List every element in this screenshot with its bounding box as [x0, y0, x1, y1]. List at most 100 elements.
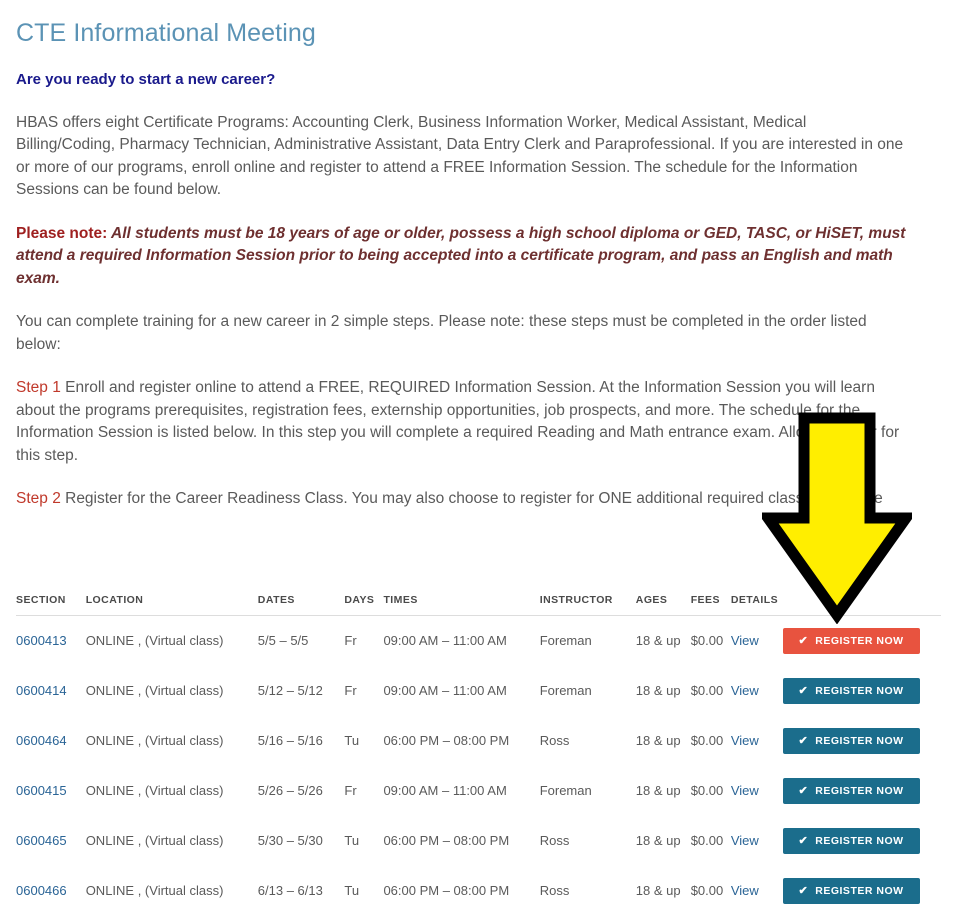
intro-paragraph: HBAS offers eight Certificate Programs: …: [16, 113, 904, 199]
cell-location: ONLINE , (Virtual class): [85, 683, 224, 698]
cell-section: 0600464: [16, 716, 86, 766]
cell-section: 0600414: [16, 666, 86, 716]
cell-register: ✔ REGISTER NOW: [782, 816, 941, 866]
page-content: CTE Informational Meeting Are you ready …: [0, 0, 941, 917]
step-1-label: Step 1: [16, 379, 61, 396]
cell-details: View: [731, 666, 783, 716]
cell-details: View: [731, 816, 783, 866]
cell-fees: $0.00: [690, 833, 724, 848]
register-now-button[interactable]: ✔ REGISTER NOW: [782, 877, 920, 904]
table-row: 0600465 ONLINE , (Virtual class) 5/30 – 5/…: [16, 816, 941, 866]
cell-section-link[interactable]: 0600414: [16, 683, 67, 698]
cell-details: View: [731, 615, 783, 666]
page-root: CTE Informational Meeting Are you ready …: [0, 0, 957, 917]
cell-details-link[interactable]: View: [731, 683, 759, 698]
cell-ages: 18 & up: [635, 833, 681, 848]
cell-ages: 18 & up: [635, 683, 681, 698]
cell-location: ONLINE , (Virtual class): [85, 783, 224, 798]
cell-ages: 18 & up: [635, 783, 681, 798]
cell-ages: 18 & up: [635, 883, 681, 898]
cell-section-link[interactable]: 0600465: [16, 833, 67, 848]
cell-details-link[interactable]: View: [731, 733, 759, 748]
cell-details-link[interactable]: View: [731, 833, 759, 848]
cell-dates: 5/26 – 5/26: [257, 783, 323, 798]
table-body: 0600413 ONLINE , (Virtual class) 5/5 – 5/5…: [16, 615, 941, 917]
cell-section-link[interactable]: 0600466: [16, 883, 67, 898]
register-now-label: REGISTER NOW: [815, 734, 904, 747]
table-row: 0600415 ONLINE , (Virtual class) 5/26 – 5/…: [16, 766, 941, 816]
cell-dates: 5/30 – 5/30: [257, 833, 323, 848]
register-now-button[interactable]: ✔ REGISTER NOW: [782, 827, 920, 854]
cell-details: View: [731, 766, 783, 816]
register-now-button[interactable]: ✔ REGISTER NOW: [782, 777, 920, 804]
step-1-body: Enroll and register online to attend a F…: [16, 379, 900, 464]
step-2-label: Step 2: [16, 490, 61, 507]
cell-location: ONLINE , (Virtual class): [85, 833, 224, 848]
cell-section-link[interactable]: 0600464: [16, 733, 67, 748]
cell-register: ✔ REGISTER NOW: [782, 615, 941, 666]
cell-fees: $0.00: [690, 683, 724, 698]
cell-dates: 5/5 – 5/5: [257, 633, 309, 648]
check-icon: ✔: [798, 834, 809, 847]
check-icon: ✔: [798, 634, 809, 647]
cell-details-link[interactable]: View: [731, 783, 759, 798]
cell-details: View: [731, 866, 783, 916]
table-header-row: SECTION LOCATION DATES DAYS TIMES INSTRU…: [16, 593, 941, 616]
cell-days: Fr: [344, 783, 357, 798]
cell-register: ✔ REGISTER NOW: [782, 666, 941, 716]
cell-times: 06:00 PM – 08:00 PM: [383, 733, 510, 748]
check-icon: ✔: [798, 734, 809, 747]
steps-intro-paragraph: You can complete training for a new care…: [16, 313, 867, 353]
cell-location: ONLINE , (Virtual class): [85, 633, 224, 648]
register-now-label: REGISTER NOW: [815, 634, 904, 647]
cell-instructor: Ross: [539, 833, 570, 848]
cell-instructor: Ross: [539, 883, 570, 898]
cell-section: 0600466: [16, 866, 86, 916]
cell-section-link[interactable]: 0600415: [16, 783, 67, 798]
cell-register: ✔ REGISTER NOW: [782, 716, 941, 766]
cell-fees: $0.00: [690, 733, 724, 748]
register-now-button[interactable]: ✔ REGISTER NOW: [782, 627, 920, 654]
column-header-fees: FEES: [690, 593, 731, 616]
cell-instructor: Ross: [539, 733, 570, 748]
cell-details-link[interactable]: View: [731, 883, 759, 898]
table-row: 0600413 ONLINE , (Virtual class) 5/5 – 5/5…: [16, 615, 941, 666]
check-icon: ✔: [798, 884, 809, 897]
cell-fees: $0.00: [690, 633, 724, 648]
column-header-ages: AGES: [635, 593, 691, 616]
table-header: SECTION LOCATION DATES DAYS TIMES INSTRU…: [16, 593, 941, 616]
register-now-label: REGISTER NOW: [815, 684, 904, 697]
cell-details-link[interactable]: View: [731, 633, 759, 648]
cell-details: View: [731, 716, 783, 766]
check-icon: ✔: [798, 684, 809, 697]
please-note-label: Please note:: [16, 224, 108, 242]
step-1-paragraph: Step 1 Enroll and register online to att…: [16, 377, 906, 467]
column-header-location: LOCATION: [85, 593, 258, 616]
cell-location: ONLINE , (Virtual class): [85, 883, 224, 898]
column-header-times: TIMES: [383, 593, 540, 616]
column-header-action: [782, 593, 941, 616]
cell-section-link[interactable]: 0600413: [16, 633, 67, 648]
register-now-label: REGISTER NOW: [815, 884, 904, 897]
register-now-button[interactable]: ✔ REGISTER NOW: [782, 727, 920, 754]
table-row: 0600464 ONLINE , (Virtual class) 5/16 – 5/…: [16, 716, 941, 766]
please-note-body: All students must be 18 years of age or …: [16, 224, 906, 287]
cell-days: Tu: [344, 733, 360, 748]
please-note-paragraph: Please note: All students must be 18 yea…: [16, 223, 906, 291]
table-row: 0600414 ONLINE , (Virtual class) 5/12 – 5/…: [16, 666, 941, 716]
register-now-button[interactable]: ✔ REGISTER NOW: [782, 677, 920, 704]
column-header-dates: DATES: [257, 593, 345, 616]
cell-register: ✔ REGISTER NOW: [782, 866, 941, 916]
cell-location: ONLINE , (Virtual class): [85, 733, 224, 748]
cell-dates: 5/12 – 5/12: [257, 683, 323, 698]
check-icon: ✔: [798, 784, 809, 797]
cell-days: Fr: [344, 683, 357, 698]
cell-ages: 18 & up: [635, 733, 681, 748]
cell-dates: 5/16 – 5/16: [257, 733, 323, 748]
class-schedule-table: SECTION LOCATION DATES DAYS TIMES INSTRU…: [16, 593, 941, 917]
cell-instructor: Foreman: [539, 683, 592, 698]
cell-register: ✔ REGISTER NOW: [782, 766, 941, 816]
cell-section: 0600413: [16, 615, 86, 666]
cell-section: 0600415: [16, 766, 86, 816]
